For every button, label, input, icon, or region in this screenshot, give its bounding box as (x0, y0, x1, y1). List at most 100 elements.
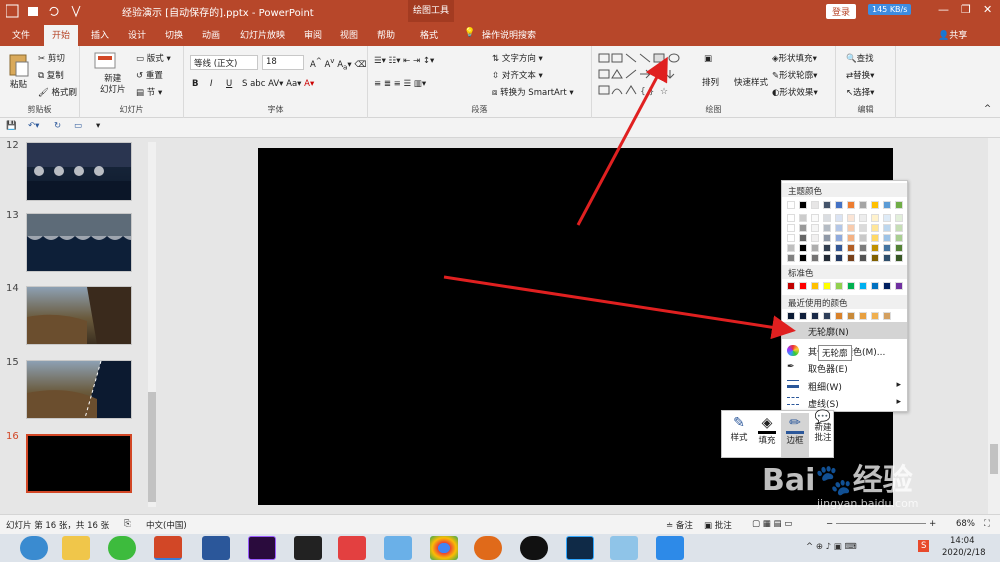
color-swatch[interactable] (895, 224, 903, 232)
color-swatch[interactable] (883, 282, 891, 290)
qq-icon[interactable] (520, 536, 548, 560)
quick-styles-button[interactable]: 快速样式 (734, 76, 768, 88)
no-outline-item[interactable]: 无轮廓(N) (782, 322, 907, 339)
start-slideshow-icon[interactable]: ▭ (74, 121, 82, 131)
color-swatch[interactable] (799, 234, 807, 242)
tab-design[interactable]: 设计 (128, 28, 146, 41)
color-swatch[interactable] (859, 234, 867, 242)
color-swatch[interactable] (823, 224, 831, 232)
color-swatch[interactable] (787, 282, 795, 290)
color-swatch[interactable] (799, 224, 807, 232)
color-swatch[interactable] (883, 234, 891, 242)
chrome-icon[interactable] (430, 536, 458, 560)
new-comment-button[interactable]: 💬 新建 批注 (809, 411, 837, 457)
color-swatch[interactable] (823, 244, 831, 252)
tab-home[interactable]: 开始 (44, 25, 79, 46)
language-indicator[interactable]: 中文(中国) (146, 519, 187, 531)
align-buttons[interactable]: ≡ ≣ ≡ ☰ ▥▾ (374, 79, 426, 89)
color-swatch[interactable] (859, 201, 867, 209)
tab-animations[interactable]: 动画 (202, 28, 220, 41)
login-button[interactable]: 登录 (826, 4, 857, 19)
color-swatch[interactable] (811, 244, 819, 252)
tab-help[interactable]: 帮助 (377, 28, 395, 41)
color-swatch[interactable] (871, 254, 879, 262)
clock-date[interactable]: 2020/2/18 (942, 548, 986, 558)
color-swatch[interactable] (871, 234, 879, 242)
color-swatch[interactable] (859, 282, 867, 290)
canvas-scrollbar[interactable] (988, 138, 1000, 514)
color-swatch[interactable] (835, 244, 843, 252)
font-name-select[interactable]: 等线 (正文) (190, 55, 258, 70)
tab-slideshow[interactable]: 幻灯片放映 (240, 28, 285, 41)
color-swatch[interactable] (871, 201, 879, 209)
color-swatch[interactable] (799, 201, 807, 209)
text-direction-button[interactable]: ⇅ 文字方向 ▾ (492, 52, 543, 64)
color-swatch[interactable] (799, 214, 807, 222)
color-swatch[interactable] (859, 254, 867, 262)
file-explorer-icon[interactable] (62, 536, 90, 560)
app-icon[interactable] (610, 536, 638, 560)
color-swatch[interactable] (883, 201, 891, 209)
color-swatch[interactable] (811, 234, 819, 242)
scrollbar-thumb[interactable] (148, 392, 156, 502)
shapes-gallery[interactable]: { } ☆ (598, 52, 694, 98)
notes-button[interactable]: ≐ 备注 (666, 519, 693, 531)
color-swatch[interactable] (847, 244, 855, 252)
color-swatch[interactable] (847, 282, 855, 290)
close-icon[interactable]: ✕ (983, 3, 992, 16)
zoom-level[interactable]: 68% (956, 519, 975, 529)
select-button[interactable]: ↖选择▾ (846, 86, 874, 98)
minimize-icon[interactable]: — (938, 3, 949, 16)
color-swatch[interactable] (883, 224, 891, 232)
color-swatch[interactable] (859, 312, 867, 320)
shape-outline-button[interactable]: ✎形状轮廓▾ (772, 69, 817, 81)
color-swatch[interactable] (847, 234, 855, 242)
italic-button[interactable]: I (210, 79, 213, 89)
save-icon[interactable]: 💾 (6, 121, 17, 131)
zoom-slider[interactable]: − + (826, 519, 936, 529)
slide-thumbnail[interactable] (26, 213, 139, 272)
dashes-item[interactable]: 虚线(S) ▸ (782, 394, 907, 411)
quick-access-icons[interactable] (6, 3, 96, 19)
spellcheck-icon[interactable]: ⎘ (124, 519, 131, 529)
color-swatch[interactable] (835, 234, 843, 242)
font-grow-icons[interactable]: A^ Av Aa▾ ⌫ (310, 56, 366, 72)
word-icon[interactable] (202, 536, 230, 560)
section-button[interactable]: ▤ 节 ▾ (136, 86, 162, 98)
ime-icon[interactable]: S (918, 540, 930, 552)
reset-button[interactable]: ↺ 重置 (136, 69, 163, 81)
color-swatch[interactable] (859, 224, 867, 232)
replace-button[interactable]: ⇄替换▾ (846, 69, 874, 81)
color-swatch[interactable] (811, 214, 819, 222)
paste-button[interactable]: 粘贴 (10, 78, 27, 90)
shape-effects-button[interactable]: ◐形状效果▾ (772, 86, 818, 98)
color-swatch[interactable] (787, 244, 795, 252)
outline-button[interactable]: ✏ 边框 (781, 413, 809, 457)
color-swatch[interactable] (787, 201, 795, 209)
color-swatch[interactable] (823, 234, 831, 242)
color-swatch[interactable] (859, 244, 867, 252)
color-swatch[interactable] (835, 312, 843, 320)
color-swatch[interactable] (823, 282, 831, 290)
tab-transitions[interactable]: 切换 (165, 28, 183, 41)
list-buttons[interactable]: ☰▾ ☷▾ ⇤ ⇥ ↕▾ (374, 56, 434, 66)
color-swatch[interactable] (835, 282, 843, 290)
color-swatch[interactable] (811, 201, 819, 209)
eyedropper-item[interactable]: ✒ 取色器(E) (782, 359, 907, 376)
fit-slide-icon[interactable]: ⛶ (984, 519, 990, 529)
app-icon[interactable] (338, 536, 366, 560)
color-swatch[interactable] (835, 224, 843, 232)
weight-item[interactable]: 粗细(W) ▸ (782, 377, 907, 394)
color-swatch[interactable] (895, 201, 903, 209)
comments-button[interactable]: ▣ 批注 (704, 519, 732, 531)
color-swatch[interactable] (835, 214, 843, 222)
color-swatch[interactable] (883, 244, 891, 252)
layout-button[interactable]: ▭ 版式 ▾ (136, 52, 171, 64)
text-effects-row[interactable]: S abc AV▾ Aa▾ A▾ (242, 79, 314, 89)
color-swatch[interactable] (871, 244, 879, 252)
share-button[interactable]: 👤共享 (938, 28, 967, 41)
photoshop-icon[interactable] (566, 536, 594, 560)
color-swatch[interactable] (799, 282, 807, 290)
taskbar-app-icon[interactable] (20, 536, 48, 560)
restore-icon[interactable]: ❐ (961, 3, 971, 16)
